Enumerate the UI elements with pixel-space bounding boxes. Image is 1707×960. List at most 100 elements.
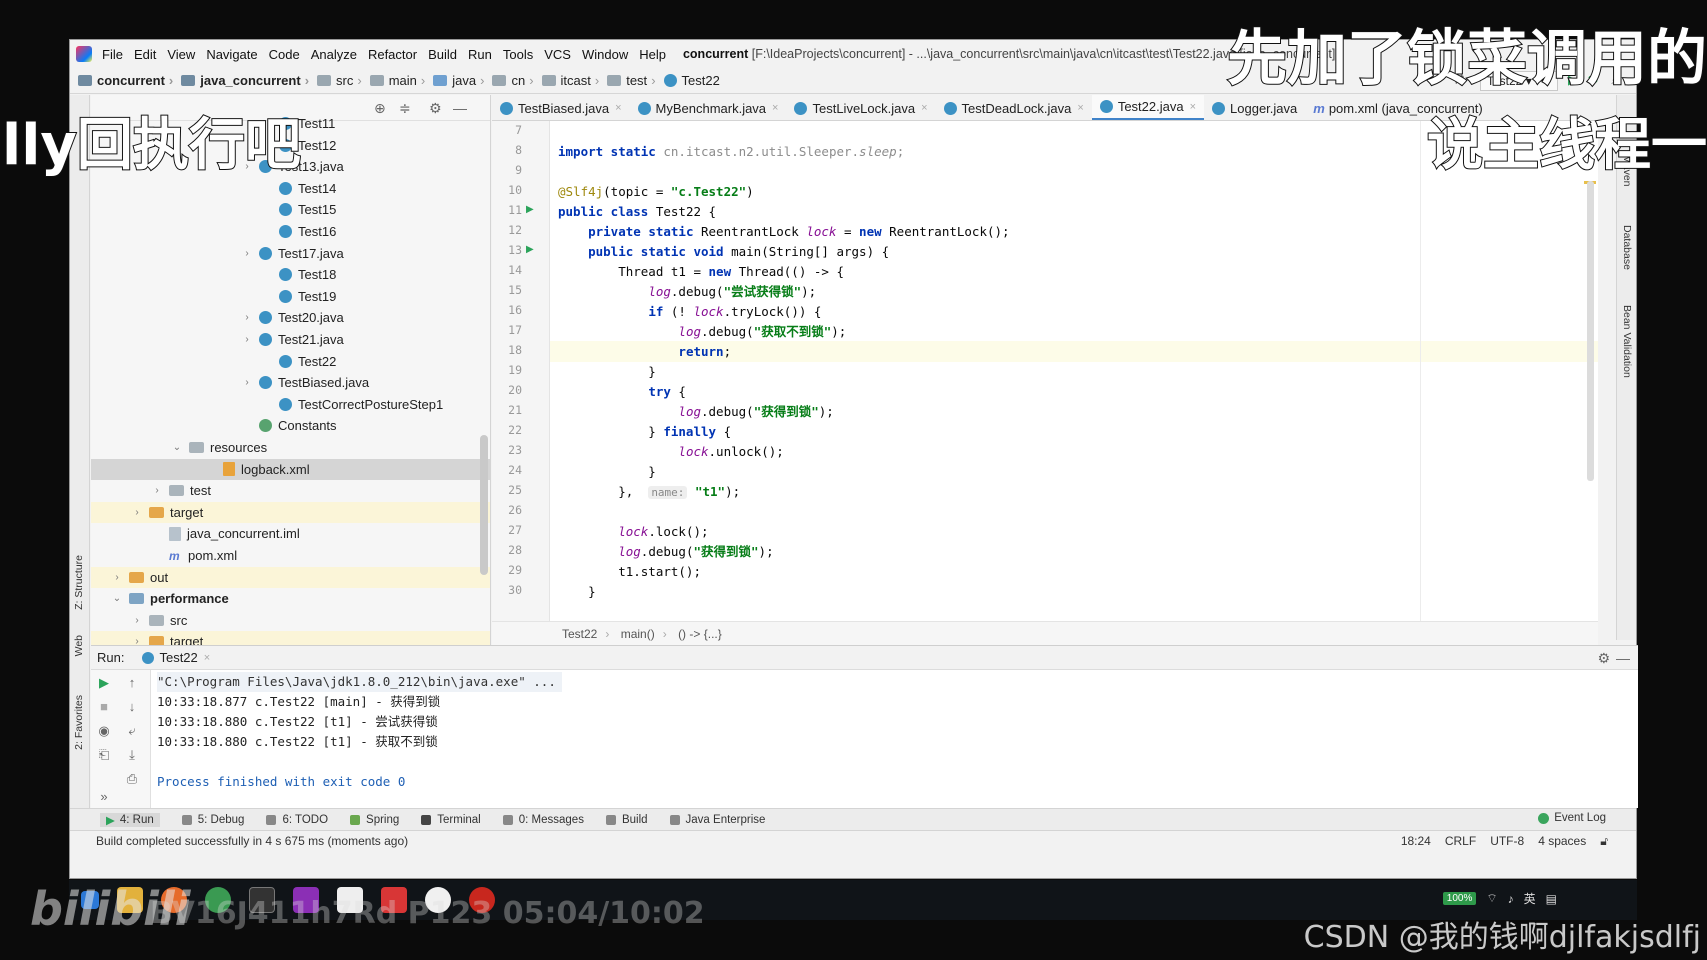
soft-wrap-icon[interactable]: ⤶	[123, 722, 141, 740]
crumb-main[interactable]: main ›	[369, 73, 430, 88]
lock-icon[interactable]: 🔓︎	[1600, 831, 1608, 851]
print-icon[interactable]: ⎙	[123, 770, 141, 788]
code-editor[interactable]: 7 8 9 10 11 12 13 14 15 16 17 18 19 20 21 22 23 24 25 26 27 2…	[492, 121, 1598, 621]
chevron-right-icon[interactable]: ›	[151, 485, 163, 496]
tree-item[interactable]: › Test17.java	[91, 243, 490, 264]
crumb-project[interactable]: concurrent ›	[78, 73, 177, 88]
close-icon[interactable]: ×	[1190, 101, 1196, 113]
caret-position[interactable]: 18:24	[1401, 831, 1431, 851]
chevron-down-icon[interactable]: ⌄	[171, 442, 183, 453]
tool-tab-build[interactable]: Build	[605, 814, 648, 826]
restore-layout-icon[interactable]: ⎗	[95, 746, 113, 764]
menu-file[interactable]: File	[102, 47, 123, 62]
run-tab-test22[interactable]: Test22 ×	[142, 650, 210, 665]
run-gutter-icon[interactable]: ▶	[526, 244, 536, 255]
indent-setting[interactable]: 4 spaces	[1538, 831, 1586, 851]
editor-scrollbar[interactable]	[1587, 181, 1594, 481]
tab-testdeadlock[interactable]: TestDeadLock.java ×	[936, 95, 1092, 120]
tool-tab-debug[interactable]: 5: Debug	[181, 814, 244, 826]
tab-testlivelock[interactable]: TestLiveLock.java ×	[786, 95, 935, 120]
tree-item[interactable]: Test18	[91, 264, 490, 285]
file-encoding[interactable]: UTF-8	[1490, 831, 1524, 851]
close-icon[interactable]: ×	[772, 102, 778, 114]
chevron-down-icon[interactable]: ⌄	[111, 593, 123, 604]
event-log-button[interactable]: Event Log	[1538, 812, 1606, 824]
scroll-to-end-icon[interactable]: ⤓	[123, 746, 141, 764]
tree-item[interactable]: › Test20.java	[91, 307, 490, 328]
wifi-icon[interactable]: ⌔	[1486, 891, 1497, 906]
code-crumb-lambda[interactable]: () -> {...}	[678, 627, 722, 641]
project-scrollbar[interactable]	[480, 435, 488, 575]
run-gutter-icon[interactable]: ▶	[526, 204, 536, 215]
tab-mybenchmark[interactable]: MyBenchmark.java ×	[630, 95, 787, 120]
chevron-right-icon[interactable]: ›	[241, 334, 253, 345]
ime-indicator[interactable]: 英	[1524, 890, 1536, 907]
crumb-test[interactable]: test ›	[607, 73, 659, 88]
tree-item[interactable]: logback.xml	[91, 458, 490, 480]
tree-item[interactable]: Test15	[91, 199, 490, 220]
tree-item[interactable]: ⌄ resources	[91, 437, 490, 458]
close-icon[interactable]: ×	[921, 102, 927, 114]
crumb-cn[interactable]: cn ›	[492, 73, 537, 88]
hide-panel-icon[interactable]: —	[1616, 650, 1630, 666]
down-arrow-icon[interactable]: ↓	[123, 698, 141, 716]
web-tab[interactable]: Web	[73, 635, 85, 656]
line-separator[interactable]: CRLF	[1445, 831, 1476, 851]
status-message[interactable]: Build completed successfully in 4 s 675 …	[96, 834, 408, 848]
close-icon[interactable]: ×	[615, 102, 621, 114]
chevron-right-icon[interactable]: ›	[131, 507, 143, 518]
volume-icon[interactable]: ♪	[1508, 892, 1514, 906]
menu-view[interactable]: View	[167, 47, 195, 62]
crumb-module[interactable]: java_concurrent ›	[181, 73, 313, 88]
tree-item[interactable]: › TestBiased.java	[91, 372, 490, 393]
tab-logger[interactable]: Logger.java	[1204, 95, 1305, 120]
tree-item[interactable]: Constants	[91, 415, 490, 436]
tool-tab-run[interactable]: ▶ 4: Run	[100, 812, 160, 827]
tab-testbiased[interactable]: TestBiased.java ×	[492, 95, 630, 120]
menu-help[interactable]: Help	[639, 47, 666, 62]
close-icon[interactable]: ×	[204, 652, 210, 664]
chevron-right-icon[interactable]: ›	[111, 572, 123, 583]
battery-indicator[interactable]: 100%	[1442, 892, 1477, 905]
tool-tab-spring[interactable]: Spring	[350, 814, 399, 826]
menu-run[interactable]: Run	[468, 47, 492, 62]
menu-analyze[interactable]: Analyze	[311, 47, 357, 62]
chevron-right-icon[interactable]: ›	[131, 636, 143, 645]
tree-item[interactable]: Test19	[91, 286, 490, 307]
menu-tools[interactable]: Tools	[503, 47, 533, 62]
camera-icon[interactable]: ◉	[95, 722, 113, 740]
tree-item[interactable]: › Test21.java	[91, 329, 490, 350]
more-icon[interactable]: »	[95, 788, 113, 806]
favorites-tab[interactable]: 2: Favorites	[73, 695, 85, 750]
up-arrow-icon[interactable]: ↑	[123, 674, 141, 692]
chevron-right-icon[interactable]: ›	[241, 248, 253, 259]
menu-code[interactable]: Code	[269, 47, 300, 62]
menu-build[interactable]: Build	[428, 47, 457, 62]
close-icon[interactable]: ×	[1077, 102, 1083, 114]
tool-tab-terminal[interactable]: Terminal	[421, 814, 481, 826]
tree-item[interactable]: java_concurrent.iml	[91, 523, 490, 544]
notification-icon[interactable]: ▤	[1546, 892, 1557, 906]
tree-item[interactable]: Test16	[91, 221, 490, 242]
tree-item[interactable]: › test	[91, 480, 490, 501]
tree-item[interactable]: › target	[91, 631, 490, 645]
tool-tab-todo[interactable]: 6: TODO	[266, 814, 328, 826]
menu-window[interactable]: Window	[582, 47, 628, 62]
menu-vcs[interactable]: VCS	[544, 47, 571, 62]
tool-tab-messages[interactable]: 0: Messages	[502, 814, 584, 826]
chevron-right-icon[interactable]: ›	[241, 312, 253, 323]
tree-item[interactable]: ⌄ performance	[91, 588, 490, 609]
menu-edit[interactable]: Edit	[134, 47, 156, 62]
chevron-right-icon[interactable]: ›	[131, 615, 143, 626]
code-crumb-method[interactable]: main()	[621, 627, 655, 641]
chevron-right-icon[interactable]: ›	[241, 377, 253, 388]
console-output[interactable]: "C:\Program Files\Java\jdk1.8.0_212\bin\…	[157, 672, 1617, 808]
rerun-icon[interactable]: ▶	[95, 674, 113, 692]
code-area[interactable]: import static cn.itcast.n2.util.Sleeper.…	[550, 121, 1598, 621]
stop-icon[interactable]: ■	[95, 698, 113, 716]
crumb-java[interactable]: java ›	[433, 73, 488, 88]
tree-item[interactable]: › src	[91, 610, 490, 631]
tree-item[interactable]: Test22	[91, 351, 490, 372]
gear-icon[interactable]: ⚙	[1597, 650, 1610, 667]
tree-item[interactable]: › out	[91, 566, 490, 588]
